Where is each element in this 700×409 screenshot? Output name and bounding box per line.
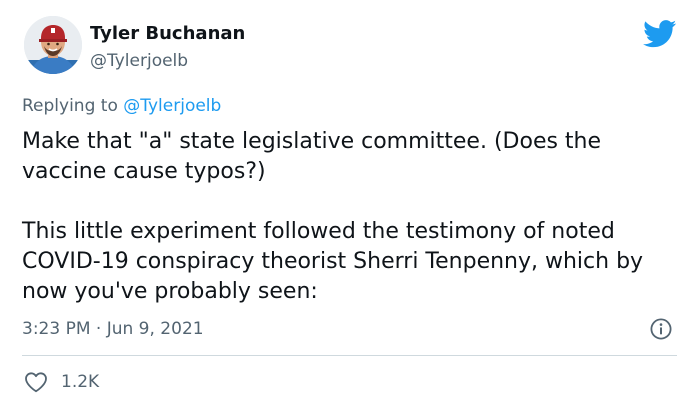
avatar-photo [24,16,82,74]
like-button[interactable]: 1.2K [24,370,99,394]
twitter-bird-icon[interactable] [643,20,677,48]
replying-to: Replying to @Tylerjoelb [22,95,221,117]
tweet-timestamp: 3:23 PM · Jun 9, 2021 [22,318,204,340]
heart-icon [25,372,47,393]
author-name[interactable]: Tyler Buchanan [90,22,245,46]
like-count: 1.2K [61,372,100,392]
info-icon[interactable] [650,318,672,340]
replying-to-label: Replying to [22,96,118,116]
author-handle[interactable]: @Tylerjoelb [90,50,245,72]
tweet-time[interactable]: 3:23 PM [22,319,91,339]
tweet-date[interactable]: Jun 9, 2021 [107,319,204,339]
tweet-text: Make that "a" state legislative committe… [22,127,672,307]
tweet-paragraph: This little experiment followed the test… [22,219,644,304]
avatar[interactable] [24,16,82,74]
tweet-paragraph: Make that "a" state legislative committe… [22,129,602,184]
author-block: Tyler Buchanan @Tylerjoelb [90,22,245,72]
tweet-card: Tyler Buchanan @Tylerjoelb Replying to @… [0,0,700,409]
meta-separator: · [95,319,102,339]
replying-to-handle[interactable]: @Tylerjoelb [123,96,221,116]
divider [22,355,677,356]
